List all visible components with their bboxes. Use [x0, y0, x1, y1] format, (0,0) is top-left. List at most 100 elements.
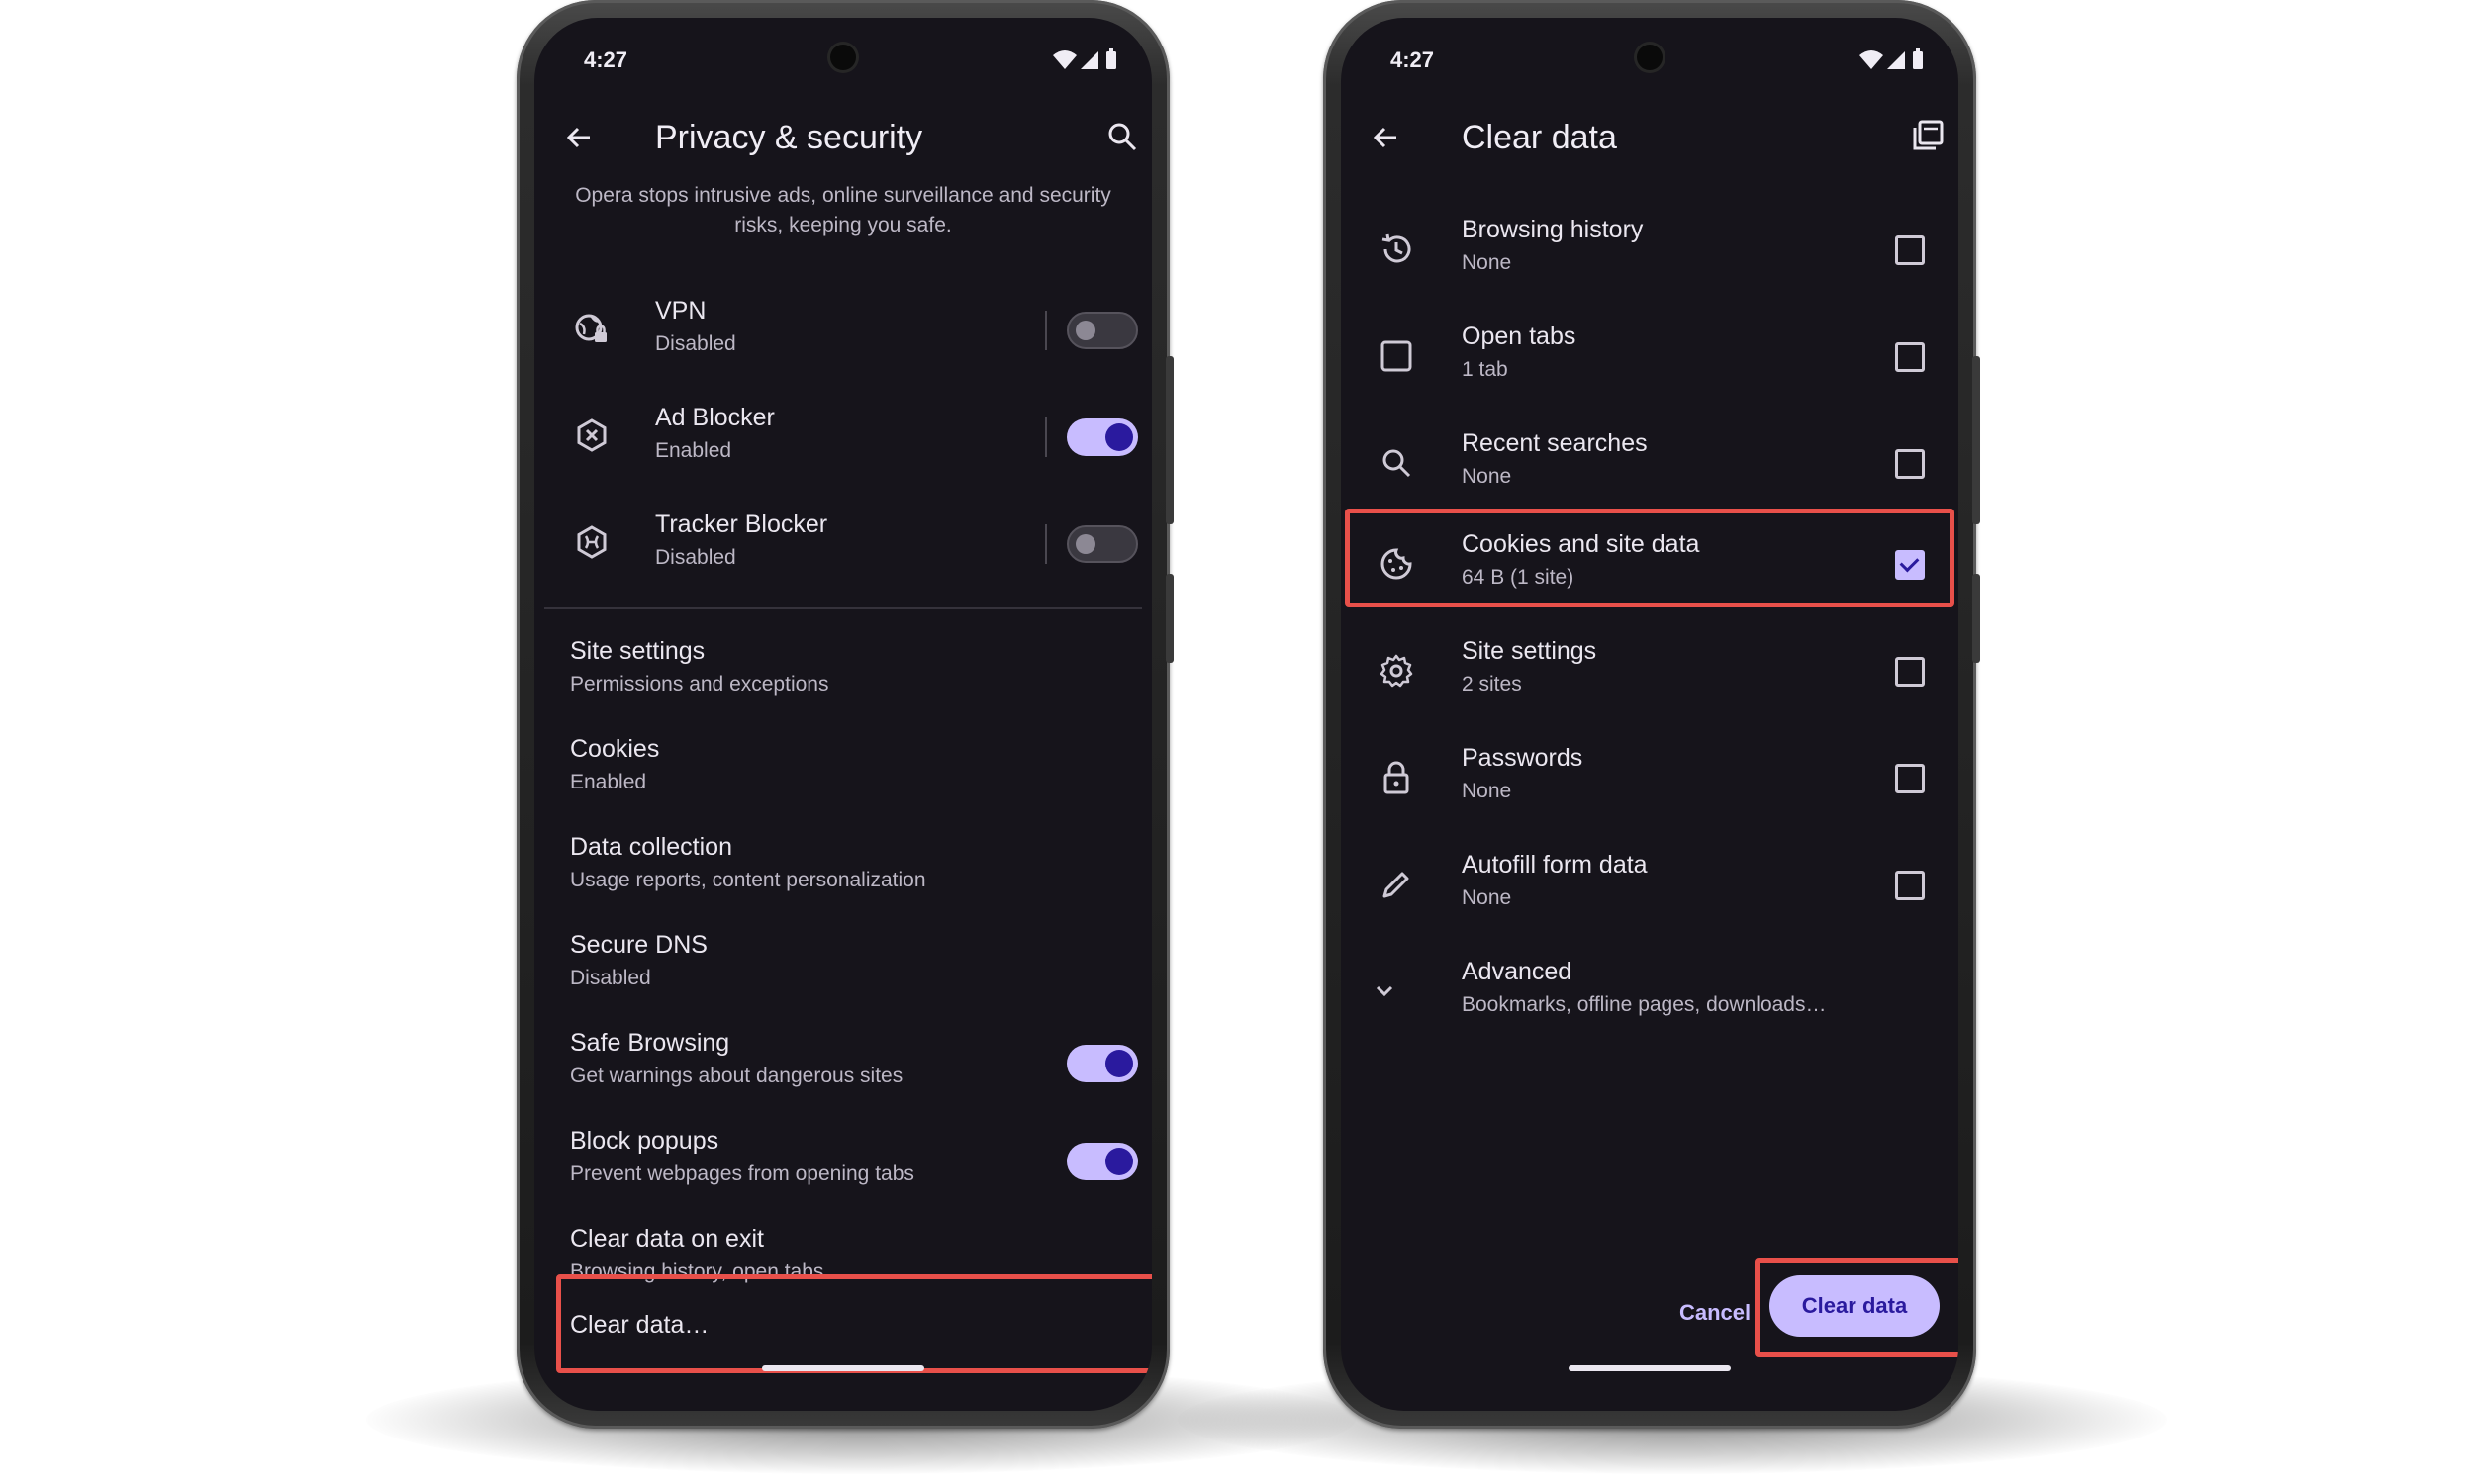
- block-popups-item[interactable]: Block popups Prevent webpages from openi…: [534, 1113, 1152, 1211]
- recent-searches-title: Recent searches: [1462, 429, 1648, 457]
- advanced-title: Advanced: [1462, 958, 1572, 985]
- vpn-row[interactable]: VPN Disabled: [534, 277, 1152, 384]
- passwords-title: Passwords: [1462, 744, 1583, 772]
- safe-browsing-item[interactable]: Safe Browsing Get warnings about dangero…: [534, 1015, 1152, 1113]
- tracker-blocker-divider: [1045, 524, 1047, 564]
- recent-searches-item[interactable]: Recent searches None: [1341, 410, 1958, 516]
- site-settings-item[interactable]: Site settings 2 sites: [1341, 623, 1958, 730]
- history-icon: [1379, 232, 1414, 267]
- data-collection-item[interactable]: Data collection Usage reports, content p…: [534, 819, 1152, 917]
- ad-blocker-hexagon-icon: [574, 417, 610, 453]
- browsing-history-checkbox[interactable]: [1895, 235, 1925, 265]
- gesture-bar[interactable]: [1569, 1365, 1731, 1371]
- ad-blocker-toggle[interactable]: [1067, 418, 1138, 456]
- back-arrow-icon[interactable]: [564, 123, 594, 152]
- vpn-title: VPN: [655, 297, 707, 325]
- autofill-form-data-title: Autofill form data: [1462, 851, 1648, 879]
- clear-data-item[interactable]: Clear data…: [561, 1279, 1152, 1368]
- ad-blocker-divider: [1045, 417, 1047, 457]
- safe-browsing-subtitle: Get warnings about dangerous sites: [570, 1065, 904, 1087]
- vpn-subtitle: Disabled: [655, 332, 736, 355]
- site-settings-item[interactable]: Site settings Permissions and exceptions: [534, 623, 1152, 721]
- status-icons: [1049, 46, 1128, 73]
- chevron-down-icon: [1371, 977, 1398, 1005]
- cookies-item[interactable]: Cookies Enabled: [534, 721, 1152, 819]
- recent-searches-checkbox[interactable]: [1895, 449, 1925, 479]
- site-settings-title: Site settings: [570, 637, 706, 665]
- status-icons: [1856, 46, 1935, 73]
- cookie-icon: [1379, 546, 1414, 582]
- cookies-title: Cookies: [570, 735, 660, 763]
- left-phone: 4:27 Privacy & security Opera stops intr…: [517, 0, 1174, 1429]
- cookies-subtitle: Enabled: [570, 771, 647, 793]
- cancel-button[interactable]: Cancel: [1679, 1300, 1751, 1326]
- secure-dns-title: Secure DNS: [570, 931, 708, 959]
- autofill-form-data-subtitle: None: [1462, 886, 1512, 909]
- section-divider: [544, 607, 1142, 609]
- vpn-globe-lock-icon: [574, 311, 610, 346]
- ad-blocker-row[interactable]: Ad Blocker Enabled: [534, 384, 1152, 491]
- back-arrow-icon[interactable]: [1371, 123, 1400, 152]
- clear-data-button[interactable]: Clear data: [1769, 1275, 1940, 1337]
- autofill-form-data-checkbox[interactable]: [1895, 871, 1925, 900]
- page-title: Privacy & security: [655, 119, 923, 156]
- data-collection-subtitle: Usage reports, content personalization: [570, 869, 926, 891]
- right-phone-side-button: [1972, 356, 1980, 524]
- intro-text: Opera stops intrusive ads, online survei…: [575, 184, 1111, 236]
- page-title: Clear data: [1462, 119, 1617, 156]
- status-time: 4:27: [1390, 47, 1435, 72]
- cookies-site-data-checkbox[interactable]: [1895, 550, 1925, 580]
- status-time: 4:27: [584, 47, 628, 72]
- autofill-form-data-item[interactable]: Autofill form data None: [1341, 837, 1958, 944]
- pencil-icon: [1379, 867, 1414, 902]
- site-settings-subtitle: Permissions and exceptions: [570, 673, 829, 696]
- tabs-stack-icon[interactable]: [1911, 119, 1945, 152]
- site-settings-checkbox[interactable]: [1895, 657, 1925, 687]
- tracker-blocker-title: Tracker Blocker: [655, 510, 828, 538]
- front-camera: [1637, 45, 1663, 70]
- safe-browsing-toggle[interactable]: [1067, 1045, 1138, 1082]
- gear-icon: [1379, 653, 1414, 689]
- passwords-item[interactable]: Passwords None: [1341, 730, 1958, 837]
- passwords-checkbox[interactable]: [1895, 764, 1925, 793]
- vpn-divider: [1045, 311, 1047, 350]
- tracker-blocker-toggle[interactable]: [1067, 525, 1138, 563]
- block-popups-subtitle: Prevent webpages from opening tabs: [570, 1162, 914, 1185]
- block-popups-title: Block popups: [570, 1127, 719, 1155]
- cookies-site-data-subtitle: 64 B (1 site): [1462, 566, 1574, 589]
- open-tabs-checkbox[interactable]: [1895, 342, 1925, 372]
- front-camera: [830, 45, 856, 70]
- search-icon[interactable]: [1106, 121, 1138, 152]
- left-screen: 4:27 Privacy & security Opera stops intr…: [534, 18, 1152, 1411]
- block-popups-toggle[interactable]: [1067, 1143, 1138, 1180]
- gesture-bar[interactable]: [762, 1365, 924, 1371]
- passwords-subtitle: None: [1462, 780, 1512, 802]
- browsing-history-item[interactable]: Browsing history None: [1341, 196, 1958, 303]
- browsing-history-subtitle: None: [1462, 251, 1512, 274]
- cookies-site-data-title: Cookies and site data: [1462, 530, 1700, 558]
- ad-blocker-title: Ad Blocker: [655, 404, 775, 431]
- search-icon: [1379, 445, 1414, 481]
- secure-dns-item[interactable]: Secure DNS Disabled: [534, 917, 1152, 1015]
- right-screen: 4:27 Clear data Browsing history None Op…: [1341, 18, 1958, 1411]
- recent-searches-subtitle: None: [1462, 465, 1512, 488]
- cookies-site-data-item[interactable]: Cookies and site data 64 B (1 site): [1341, 516, 1958, 623]
- safe-browsing-title: Safe Browsing: [570, 1029, 730, 1057]
- tracker-blocker-hexagon-icon: [574, 524, 610, 560]
- open-tabs-item[interactable]: Open tabs 1 tab: [1341, 303, 1958, 410]
- tracker-blocker-row[interactable]: Tracker Blocker Disabled: [534, 491, 1152, 598]
- site-settings-title: Site settings: [1462, 637, 1597, 665]
- left-phone-side-button: [1166, 356, 1174, 524]
- right-phone: 4:27 Clear data Browsing history None Op…: [1323, 0, 1980, 1429]
- data-collection-title: Data collection: [570, 833, 732, 861]
- site-settings-subtitle: 2 sites: [1462, 673, 1522, 696]
- advanced-subtitle: Bookmarks, offline pages, downloads…: [1462, 993, 1827, 1016]
- secure-dns-subtitle: Disabled: [570, 967, 651, 989]
- clear-data-on-exit-title: Clear data on exit: [570, 1225, 764, 1252]
- tab-square-icon: [1379, 338, 1414, 374]
- lock-icon: [1379, 760, 1414, 795]
- open-tabs-title: Open tabs: [1462, 323, 1576, 350]
- advanced-item[interactable]: Advanced Bookmarks, offline pages, downl…: [1341, 944, 1958, 1051]
- browsing-history-title: Browsing history: [1462, 216, 1644, 243]
- vpn-toggle[interactable]: [1067, 312, 1138, 349]
